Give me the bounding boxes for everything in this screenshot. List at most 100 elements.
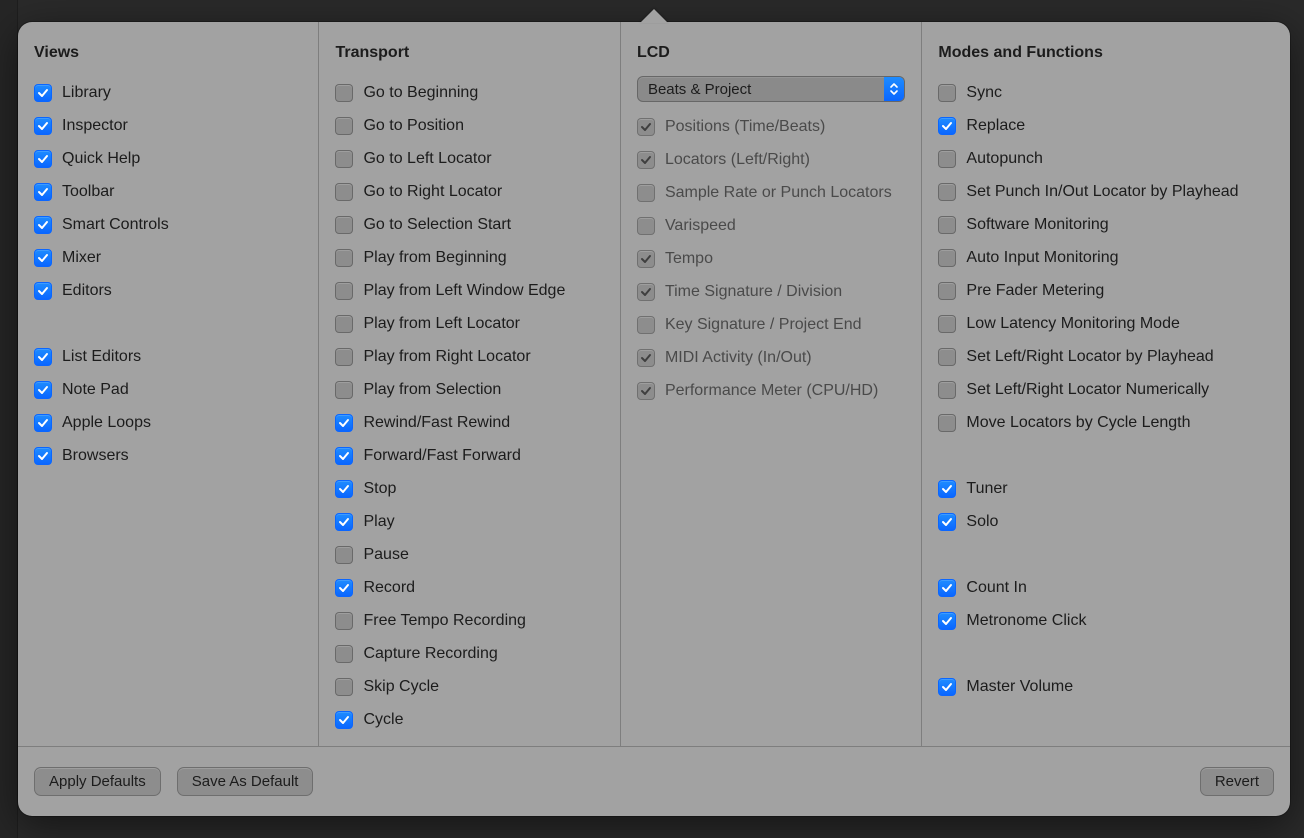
solo-checkbox[interactable] — [938, 513, 956, 531]
modes-option-auto-input-monitoring: Auto Input Monitoring — [938, 241, 1274, 274]
tempo-checkbox — [637, 250, 655, 268]
editors-checkbox[interactable] — [34, 282, 52, 300]
go-to-beginning-checkbox[interactable] — [335, 84, 353, 102]
play-from-left-window-edge-checkbox[interactable] — [335, 282, 353, 300]
save-as-default-button[interactable]: Save As Default — [177, 767, 314, 796]
capture-recording-label: Capture Recording — [363, 645, 497, 663]
rewind-fast-rewind-checkbox[interactable] — [335, 414, 353, 432]
modes-option-sync: Sync — [938, 76, 1274, 109]
modes-option-move-locators-by-cycle-length: Move Locators by Cycle Length — [938, 406, 1274, 439]
pre-fader-metering-label: Pre Fader Metering — [966, 282, 1104, 300]
replace-checkbox[interactable] — [938, 117, 956, 135]
locators-left-right-label: Locators (Left/Right) — [665, 151, 810, 169]
midi-activity-in-out-checkbox — [637, 349, 655, 367]
revert-button[interactable]: Revert — [1200, 767, 1274, 796]
capture-recording-checkbox[interactable] — [335, 645, 353, 663]
library-checkbox[interactable] — [34, 84, 52, 102]
performance-meter-cpu-hd-checkbox — [637, 382, 655, 400]
dropdown-stepper-icon — [884, 77, 904, 101]
free-tempo-recording-checkbox[interactable] — [335, 612, 353, 630]
go-to-selection-start-checkbox[interactable] — [335, 216, 353, 234]
side-strip — [0, 0, 18, 838]
sync-checkbox[interactable] — [938, 84, 956, 102]
time-signature-division-label: Time Signature / Division — [665, 283, 842, 301]
browsers-checkbox[interactable] — [34, 447, 52, 465]
lcd-column: LCD Beats & Project Positions (Time/Beat… — [621, 22, 922, 746]
popover-footer: Apply Defaults Save As Default Revert — [18, 746, 1290, 816]
move-locators-by-cycle-length-checkbox[interactable] — [938, 414, 956, 432]
modes-option-count-in: Count In — [938, 571, 1274, 604]
count-in-checkbox[interactable] — [938, 579, 956, 597]
forward-fast-forward-checkbox[interactable] — [335, 447, 353, 465]
pause-checkbox[interactable] — [335, 546, 353, 564]
smart-controls-checkbox[interactable] — [34, 216, 52, 234]
go-to-left-locator-checkbox[interactable] — [335, 150, 353, 168]
forward-fast-forward-label: Forward/Fast Forward — [363, 447, 520, 465]
list-editors-checkbox[interactable] — [34, 348, 52, 366]
play-from-beginning-label: Play from Beginning — [363, 249, 506, 267]
count-in-label: Count In — [966, 579, 1026, 597]
autopunch-checkbox[interactable] — [938, 150, 956, 168]
mixer-label: Mixer — [62, 249, 101, 267]
lcd-option-tempo: Tempo — [637, 242, 905, 275]
varispeed-label: Varispeed — [665, 217, 736, 235]
smart-controls-label: Smart Controls — [62, 216, 169, 234]
low-latency-monitoring-mode-checkbox[interactable] — [938, 315, 956, 333]
transport-option-go-to-selection-start: Go to Selection Start — [335, 208, 603, 241]
quick-help-checkbox[interactable] — [34, 150, 52, 168]
go-to-position-checkbox[interactable] — [335, 117, 353, 135]
play-from-selection-checkbox[interactable] — [335, 381, 353, 399]
lcd-dropdown-label: Beats & Project — [638, 81, 884, 98]
group-spacer — [938, 538, 1274, 571]
lcd-option-locators-left-right: Locators (Left/Right) — [637, 143, 905, 176]
views-column: Views LibraryInspectorQuick HelpToolbarS… — [18, 22, 319, 746]
mixer-checkbox[interactable] — [34, 249, 52, 267]
play-from-left-locator-checkbox[interactable] — [335, 315, 353, 333]
toolbar-checkbox[interactable] — [34, 183, 52, 201]
go-to-right-locator-checkbox[interactable] — [335, 183, 353, 201]
views-option-inspector: Inspector — [34, 109, 302, 142]
set-left-right-locator-numerically-label: Set Left/Right Locator Numerically — [966, 381, 1209, 399]
cycle-checkbox[interactable] — [335, 711, 353, 729]
set-left-right-locator-numerically-checkbox[interactable] — [938, 381, 956, 399]
stop-checkbox[interactable] — [335, 480, 353, 498]
play-checkbox[interactable] — [335, 513, 353, 531]
lcd-option-time-signature-division: Time Signature / Division — [637, 275, 905, 308]
auto-input-monitoring-checkbox[interactable] — [938, 249, 956, 267]
transport-option-pause: Pause — [335, 538, 603, 571]
midi-activity-in-out-label: MIDI Activity (In/Out) — [665, 349, 812, 367]
set-punch-in-out-locator-by-playhead-label: Set Punch In/Out Locator by Playhead — [966, 183, 1238, 201]
metronome-click-checkbox[interactable] — [938, 612, 956, 630]
play-label: Play — [363, 513, 394, 531]
transport-option-go-to-position: Go to Position — [335, 109, 603, 142]
inspector-checkbox[interactable] — [34, 117, 52, 135]
transport-option-stop: Stop — [335, 472, 603, 505]
go-to-right-locator-label: Go to Right Locator — [363, 183, 502, 201]
pre-fader-metering-checkbox[interactable] — [938, 282, 956, 300]
note-pad-checkbox[interactable] — [34, 381, 52, 399]
lcd-option-positions-time-beats: Positions (Time/Beats) — [637, 110, 905, 143]
transport-option-play-from-selection: Play from Selection — [335, 373, 603, 406]
tuner-label: Tuner — [966, 480, 1007, 498]
set-punch-in-out-locator-by-playhead-checkbox[interactable] — [938, 183, 956, 201]
solo-label: Solo — [966, 513, 998, 531]
record-checkbox[interactable] — [335, 579, 353, 597]
lcd-option-sample-rate-or-punch-locators: Sample Rate or Punch Locators — [637, 176, 905, 209]
lcd-display-mode-dropdown[interactable]: Beats & Project — [637, 76, 905, 102]
set-left-right-locator-by-playhead-checkbox[interactable] — [938, 348, 956, 366]
play-from-beginning-checkbox[interactable] — [335, 249, 353, 267]
apple-loops-checkbox[interactable] — [34, 414, 52, 432]
transport-option-play-from-left-window-edge: Play from Left Window Edge — [335, 274, 603, 307]
transport-option-rewind-fast-rewind: Rewind/Fast Rewind — [335, 406, 603, 439]
master-volume-checkbox[interactable] — [938, 678, 956, 696]
views-option-smart-controls: Smart Controls — [34, 208, 302, 241]
software-monitoring-checkbox[interactable] — [938, 216, 956, 234]
skip-cycle-checkbox[interactable] — [335, 678, 353, 696]
go-to-beginning-label: Go to Beginning — [363, 84, 478, 102]
tuner-checkbox[interactable] — [938, 480, 956, 498]
columns: Views LibraryInspectorQuick HelpToolbarS… — [18, 22, 1290, 746]
play-from-right-locator-checkbox[interactable] — [335, 348, 353, 366]
note-pad-label: Note Pad — [62, 381, 129, 399]
apply-defaults-button[interactable]: Apply Defaults — [34, 767, 161, 796]
go-to-left-locator-label: Go to Left Locator — [363, 150, 491, 168]
